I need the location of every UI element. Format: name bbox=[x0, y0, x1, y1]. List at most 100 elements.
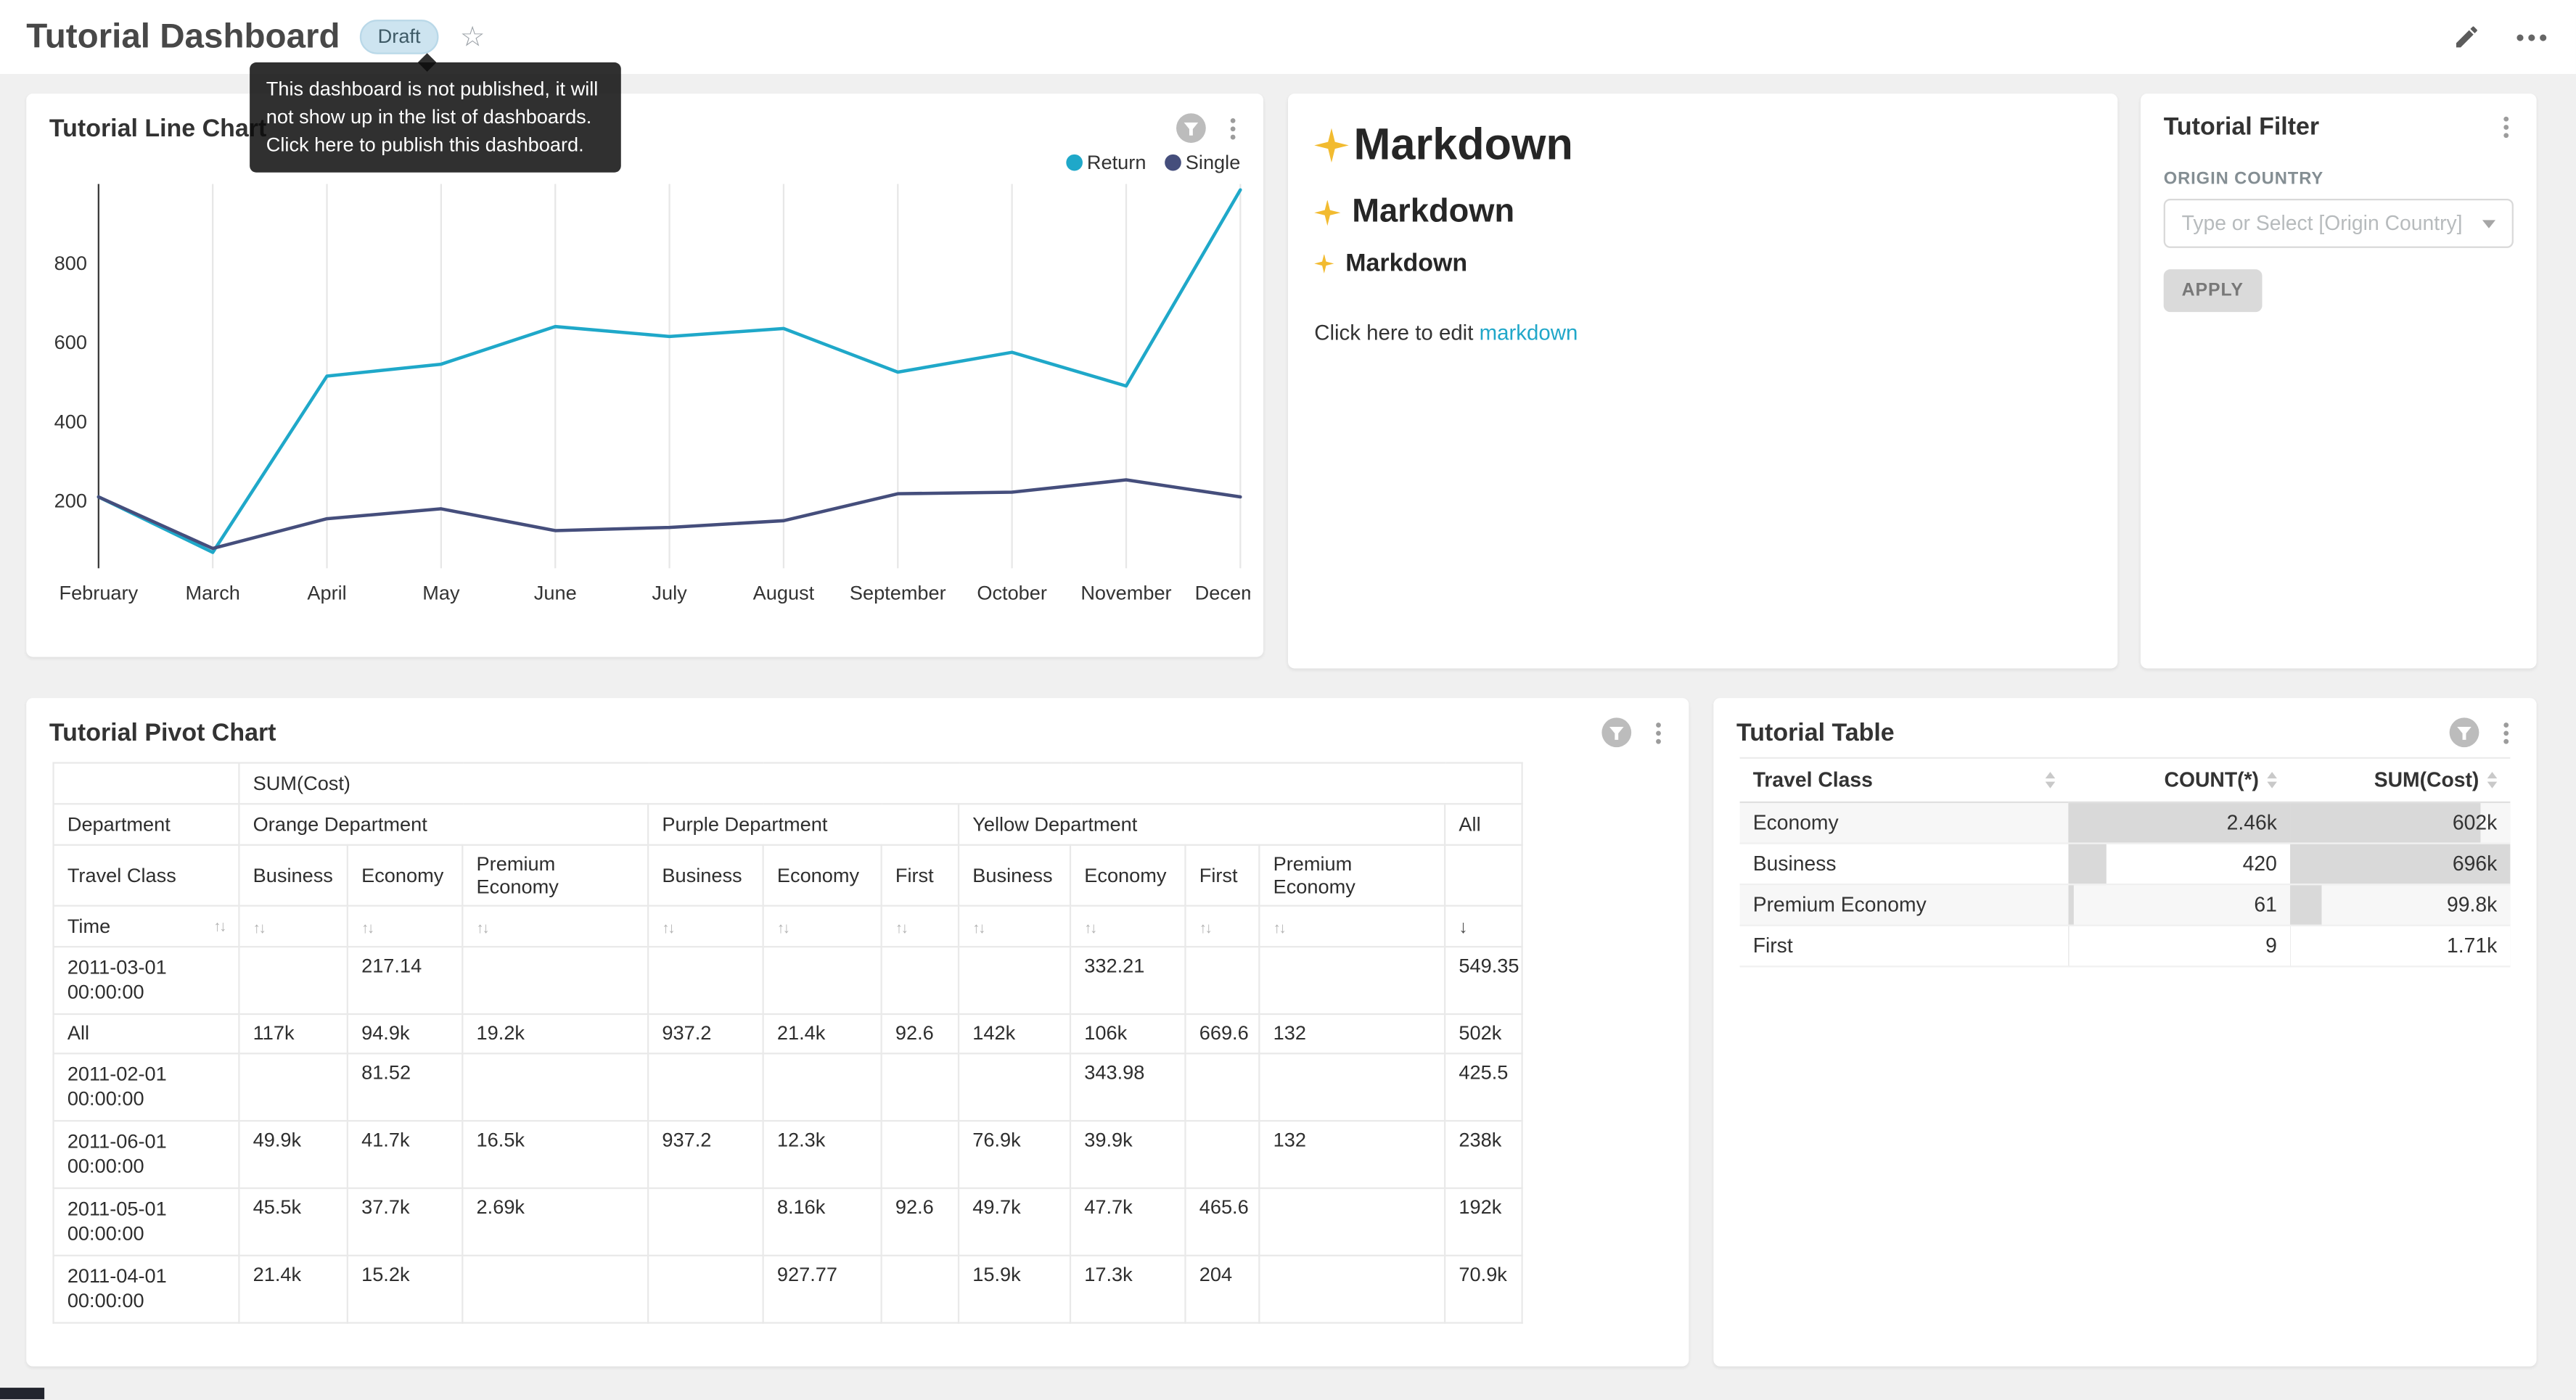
sort-icon[interactable]: ↑↓ bbox=[777, 920, 789, 936]
sort-desc-icon[interactable]: ↓ bbox=[1459, 918, 1467, 938]
sort-icon[interactable]: ↑↓ bbox=[477, 920, 488, 936]
pivot-table: SUM(Cost)DepartmentOrange DepartmentPurp… bbox=[52, 762, 1522, 1323]
more-menu-button[interactable] bbox=[2516, 27, 2546, 46]
sort-icon[interactable]: ↑↓ bbox=[972, 920, 984, 936]
pivot-sort-cell[interactable]: ↑↓ bbox=[239, 906, 347, 947]
markdown-paragraph: Click here to edit markdown bbox=[1314, 320, 2091, 345]
pivot-cell bbox=[959, 947, 1070, 1014]
table-row[interactable]: Economy2.46k602k bbox=[1740, 802, 2511, 844]
favorite-star-icon[interactable]: ☆ bbox=[460, 23, 485, 51]
pivot-all-header: All bbox=[1445, 804, 1522, 845]
origin-country-select[interactable]: Type or Select [Origin Country] bbox=[2164, 199, 2514, 248]
pivot-time-label-cell[interactable]: Time↑↓ bbox=[54, 906, 239, 947]
svg-text:September: September bbox=[850, 581, 946, 604]
pivot-sort-cell[interactable]: ↑↓ bbox=[763, 906, 882, 947]
markdown-h1: Markdown bbox=[1314, 120, 2091, 170]
cell-count: 420 bbox=[2068, 844, 2290, 885]
pivot-cell: 21.4k bbox=[239, 1256, 347, 1323]
apply-button[interactable]: APPLY bbox=[2164, 269, 2262, 312]
svg-text:April: April bbox=[307, 581, 346, 604]
bottom-left-strip bbox=[0, 1388, 44, 1399]
page-title: Tutorial Dashboard bbox=[26, 17, 340, 57]
sort-icon[interactable]: ↑↓ bbox=[1084, 920, 1096, 936]
markdown-h2: Markdown bbox=[1314, 194, 2091, 231]
sort-icon[interactable]: ↑↓ bbox=[213, 918, 225, 935]
pivot-department-header: Orange Department bbox=[239, 804, 648, 845]
legend-label: Return bbox=[1087, 151, 1147, 174]
sort-icon[interactable]: ↑↓ bbox=[253, 920, 265, 936]
sort-icon[interactable]: ↑↓ bbox=[662, 920, 673, 936]
pivot-cell: 76.9k bbox=[959, 1121, 1070, 1188]
pivot-data-row: 2011-02-01 00:00:0081.52343.98425.5 bbox=[54, 1053, 1522, 1121]
pivot-cell: 669.6 bbox=[1185, 1014, 1259, 1053]
pivot-data-row: 2011-06-01 00:00:0049.9k41.7k16.5k937.21… bbox=[54, 1121, 1522, 1188]
pivot-cell: 49.9k bbox=[239, 1121, 347, 1188]
pivot-class-header: First bbox=[882, 845, 959, 906]
pivot-row-label: 2011-02-01 00:00:00 bbox=[54, 1053, 239, 1121]
cross-filter-icon[interactable] bbox=[1601, 717, 1631, 747]
sort-icon[interactable]: ↑↓ bbox=[1199, 920, 1211, 936]
pivot-sort-cell[interactable]: ↑↓ bbox=[348, 906, 462, 947]
cell-count: 2.46k bbox=[2068, 802, 2290, 844]
table-row[interactable]: Premium Economy6199.8k bbox=[1740, 884, 2511, 926]
pivot-sort-cell[interactable]: ↑↓ bbox=[462, 906, 648, 947]
column-header-travel-class[interactable]: Travel Class bbox=[1740, 758, 2069, 802]
chart-legend: Return Single bbox=[26, 143, 1263, 174]
cell-sum: 99.8k bbox=[2290, 884, 2510, 926]
pivot-cell: 502k bbox=[1445, 1014, 1522, 1053]
table-row[interactable]: First91.71k bbox=[1740, 926, 2511, 967]
table-kebab-menu[interactable] bbox=[2499, 719, 2514, 746]
line-chart[interactable]: 200400600800FebruaryMarchAprilMayJuneJul… bbox=[26, 174, 1250, 617]
pivot-kebab-menu[interactable] bbox=[1651, 719, 1665, 746]
pivot-metric-header: SUM(Cost) bbox=[239, 763, 1522, 804]
legend-item-return[interactable]: Return bbox=[1065, 151, 1146, 174]
pivot-sort-cell[interactable]: ↑↓ bbox=[959, 906, 1070, 947]
chart-kebab-menu[interactable] bbox=[1226, 114, 1240, 141]
filter-kebab-menu[interactable] bbox=[2499, 113, 2514, 141]
pivot-sort-cell[interactable]: ↑↓ bbox=[648, 906, 763, 947]
sort-icon[interactable]: ↑↓ bbox=[1273, 920, 1285, 936]
pivot-cell bbox=[462, 1256, 648, 1323]
pivot-cell bbox=[882, 1121, 959, 1188]
column-header-label: SUM(Cost) bbox=[2374, 769, 2479, 792]
markdown-h3: Markdown bbox=[1314, 250, 2091, 277]
edit-dashboard-button[interactable] bbox=[2453, 23, 2480, 51]
svg-text:200: 200 bbox=[54, 490, 87, 512]
column-header-count[interactable]: COUNT(*) bbox=[2068, 758, 2290, 802]
sort-carets-icon[interactable] bbox=[2487, 772, 2498, 788]
pivot-cell: 142k bbox=[959, 1014, 1070, 1053]
cross-filter-icon[interactable] bbox=[2450, 717, 2479, 747]
pivot-row-label: 2011-05-01 00:00:00 bbox=[54, 1188, 239, 1256]
cross-filter-icon[interactable] bbox=[1176, 113, 1206, 143]
sort-icon[interactable]: ↑↓ bbox=[895, 920, 907, 936]
sort-icon[interactable]: ↑↓ bbox=[361, 920, 373, 936]
table-row[interactable]: Business420696k bbox=[1740, 844, 2511, 885]
pivot-cell: 41.7k bbox=[348, 1121, 462, 1188]
svg-text:February: February bbox=[60, 581, 139, 604]
pivot-class-header: Premium Economy bbox=[1259, 845, 1445, 906]
pivot-sort-cell[interactable]: ↑↓ bbox=[1259, 906, 1445, 947]
pivot-class-header: Business bbox=[239, 845, 347, 906]
sparkle-icon bbox=[1314, 128, 1349, 163]
pivot-sort-cell[interactable]: ↑↓ bbox=[882, 906, 959, 947]
draft-badge[interactable]: Draft bbox=[360, 20, 439, 54]
pivot-cell: 92.6 bbox=[882, 1188, 959, 1256]
pivot-cell bbox=[959, 1053, 1070, 1121]
legend-item-single[interactable]: Single bbox=[1164, 151, 1240, 174]
column-header-sum-cost[interactable]: SUM(Cost) bbox=[2290, 758, 2510, 802]
sort-carets-icon[interactable] bbox=[2046, 772, 2056, 788]
pivot-cell bbox=[1185, 1053, 1259, 1121]
pivot-sort-cell[interactable]: ↑↓ bbox=[1185, 906, 1259, 947]
pivot-cell: 425.5 bbox=[1445, 1053, 1522, 1121]
sort-carets-icon[interactable] bbox=[2267, 772, 2277, 788]
edit-markdown-link[interactable]: markdown bbox=[1480, 320, 1578, 345]
cell-travel-class: Business bbox=[1740, 844, 2069, 885]
svg-text:October: October bbox=[977, 581, 1047, 604]
pivot-cell bbox=[763, 947, 882, 1014]
pivot-department-header: Purple Department bbox=[648, 804, 959, 845]
unpublished-tooltip[interactable]: This dashboard is not published, it will… bbox=[250, 62, 621, 173]
pivot-sort-cell[interactable]: ↑↓ bbox=[1070, 906, 1185, 947]
sparkle-icon bbox=[1314, 254, 1334, 273]
pivot-data-row: 2011-03-01 00:00:00217.14332.21549.35 bbox=[54, 947, 1522, 1014]
pivot-sorted-desc-cell[interactable]: ↓ bbox=[1445, 906, 1522, 947]
